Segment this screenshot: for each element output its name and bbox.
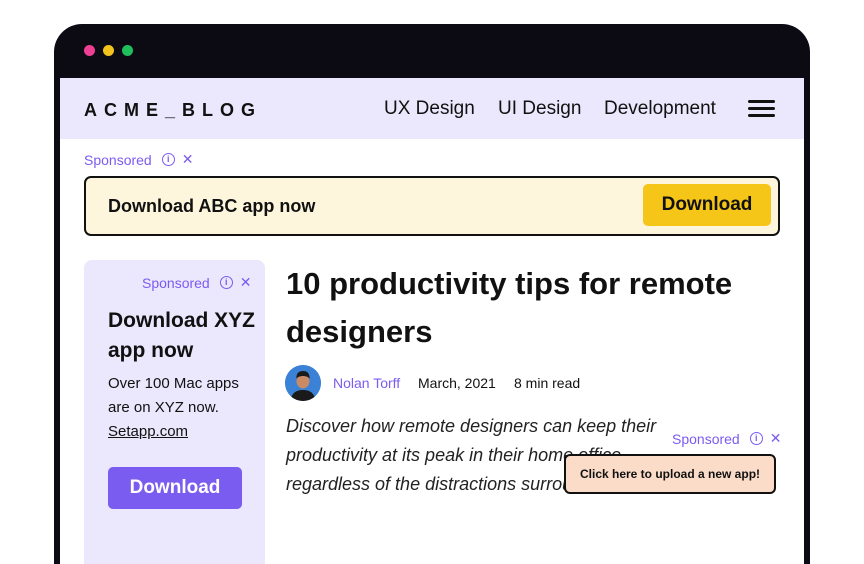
nav-link-development[interactable]: Development: [604, 98, 716, 120]
publish-date: March, 2021: [418, 375, 496, 391]
browser-viewport: ACME_BLOG UX Design UI Design Developmen…: [60, 78, 804, 564]
side-ad-card: Sponsored i ✕ Download XYZ app now Over …: [84, 260, 265, 564]
side-ad-download-button[interactable]: Download: [108, 467, 242, 509]
close-icon[interactable]: ✕: [240, 274, 252, 291]
close-window-dot[interactable]: [84, 45, 95, 56]
read-time: 8 min read: [514, 375, 581, 391]
top-ad-download-button[interactable]: Download: [643, 184, 771, 226]
device-frame: ACME_BLOG UX Design UI Design Developmen…: [54, 24, 810, 564]
upload-app-button[interactable]: Click here to upload a new app!: [564, 454, 776, 494]
article-title: 10 productivity tips for remote designer…: [286, 266, 733, 349]
side-ad-sponsored-label: Sponsored i ✕: [142, 274, 251, 291]
info-icon[interactable]: i: [219, 276, 233, 289]
minimize-window-dot[interactable]: [103, 45, 114, 56]
info-icon[interactable]: i: [161, 153, 175, 166]
author-name[interactable]: Nolan Torff: [333, 375, 400, 391]
side-ad-body: Over 100 Mac apps are on XYZ now. Setapp…: [108, 372, 248, 444]
site-logo[interactable]: ACME_BLOG: [84, 100, 262, 121]
top-ad-text: Download ABC app now: [108, 196, 316, 216]
hamburger-menu-icon[interactable]: [748, 100, 775, 118]
nav-link-ui-design[interactable]: UI Design: [498, 98, 581, 120]
sponsored-text: Sponsored: [84, 151, 152, 168]
side-ad-description: Over 100 Mac apps are on XYZ now.: [108, 375, 239, 416]
sponsored-text: Sponsored: [672, 430, 740, 447]
info-icon[interactable]: i: [749, 432, 763, 445]
nav-link-ux-design[interactable]: UX Design: [384, 98, 475, 120]
side-ad-link[interactable]: Setapp.com: [108, 423, 188, 440]
top-ad-banner: Download ABC app now Download: [84, 176, 780, 236]
sponsored-text: Sponsored: [142, 274, 210, 291]
close-icon[interactable]: ✕: [770, 430, 782, 447]
maximize-window-dot[interactable]: [122, 45, 133, 56]
author-avatar[interactable]: [285, 365, 321, 401]
side-ad-title: Download XYZ app now: [108, 309, 255, 362]
float-ad-sponsored-label: Sponsored i ✕: [672, 430, 781, 447]
top-ad-sponsored-label: Sponsored i ✕: [84, 151, 193, 168]
close-icon[interactable]: ✕: [182, 151, 194, 168]
window-controls: [84, 45, 133, 56]
top-navbar: ACME_BLOG UX Design UI Design Developmen…: [60, 78, 804, 139]
